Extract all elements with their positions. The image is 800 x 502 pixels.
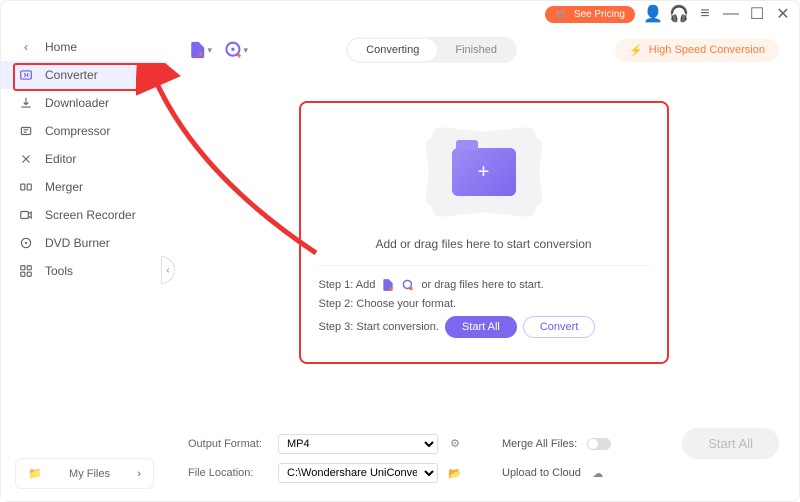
titlebar: 🛒 See Pricing 👤 🎧 ≡ — ☐ ✕ — [1, 1, 799, 27]
merge-toggle[interactable] — [587, 438, 611, 450]
drop-zone-illustration: + — [319, 117, 649, 227]
user-icon[interactable]: 👤 — [645, 6, 661, 22]
open-folder-icon[interactable]: 📂 — [448, 466, 462, 480]
sidebar-item-merger[interactable]: Merger — [1, 173, 168, 201]
upload-cloud-label: Upload to Cloud — [502, 467, 581, 479]
tab-converting[interactable]: Converting — [348, 39, 437, 61]
download-icon — [19, 96, 33, 110]
sidebar-label: Screen Recorder — [45, 208, 136, 222]
sidebar-item-compressor[interactable]: Compressor — [1, 117, 168, 145]
main-panel: ▾ ▾ Converting Finished ⚡ High Speed Con… — [168, 27, 799, 501]
folder-plus-icon: + — [452, 148, 516, 196]
add-disc-icon[interactable]: ▾ — [224, 38, 248, 62]
sidebar-item-home[interactable]: ‹ Home — [1, 33, 168, 61]
see-pricing-label: See Pricing — [574, 9, 625, 20]
sidebar-label: Downloader — [45, 96, 109, 110]
step1-prefix: Step 1: Add — [319, 279, 376, 291]
sidebar: ‹ Home Converter Downloader Compressor E… — [1, 27, 168, 501]
chevron-left-icon: ‹ — [19, 40, 33, 54]
compressor-icon — [19, 124, 33, 138]
sidebar-item-editor[interactable]: Editor — [1, 145, 168, 173]
sidebar-item-downloader[interactable]: Downloader — [1, 89, 168, 117]
step3-text: Step 3: Start conversion. — [319, 321, 439, 333]
step1-suffix: or drag files here to start. — [421, 279, 543, 291]
divider — [319, 265, 649, 266]
see-pricing-button[interactable]: 🛒 See Pricing — [545, 6, 635, 23]
sidebar-label: Tools — [45, 264, 73, 278]
merge-label: Merge All Files: — [502, 438, 577, 450]
sidebar-item-dvd-burner[interactable]: DVD Burner — [1, 229, 168, 257]
sidebar-label: DVD Burner — [45, 236, 110, 250]
editor-icon — [19, 152, 33, 166]
drop-zone-text: Add or drag files here to start conversi… — [319, 237, 649, 251]
toolbar: ▾ ▾ Converting Finished ⚡ High Speed Con… — [188, 37, 779, 63]
footer-bar: Output Format: MP4 ⚙ Merge All Files: St… — [188, 424, 779, 487]
hsc-label: High Speed Conversion — [649, 44, 765, 56]
step2-text: Step 2: Choose your format. — [319, 298, 457, 310]
add-file-mini-icon — [381, 278, 395, 292]
file-location-label: File Location: — [188, 467, 268, 479]
merger-icon — [19, 180, 33, 194]
close-icon[interactable]: ✕ — [775, 6, 791, 22]
sidebar-label: Compressor — [45, 124, 110, 138]
folder-icon: 📁 — [28, 467, 42, 480]
start-all-footer-button[interactable]: Start All — [682, 428, 779, 459]
output-format-select[interactable]: MP4 — [278, 434, 438, 454]
dvd-icon — [19, 236, 33, 250]
tools-icon — [19, 264, 33, 278]
maximize-icon[interactable]: ☐ — [749, 6, 765, 22]
chevron-right-icon: › — [137, 468, 141, 480]
my-files-button[interactable]: 📁 My Files › — [15, 458, 154, 489]
menu-icon[interactable]: ≡ — [697, 6, 713, 22]
tabs: Converting Finished — [346, 37, 517, 63]
output-format-label: Output Format: — [188, 438, 268, 450]
file-location-select[interactable]: C:\Wondershare UniConverter — [278, 463, 438, 483]
my-files-label: My Files — [69, 468, 110, 480]
cloud-icon[interactable]: ☁ — [591, 466, 605, 480]
recorder-icon — [19, 208, 33, 222]
sidebar-item-screen-recorder[interactable]: Screen Recorder — [1, 201, 168, 229]
settings-icon[interactable]: ⚙ — [448, 437, 462, 451]
converter-icon — [19, 68, 33, 82]
convert-button[interactable]: Convert — [523, 316, 596, 338]
sidebar-label: Merger — [45, 180, 83, 194]
add-file-icon[interactable]: ▾ — [188, 38, 212, 62]
sidebar-label: Home — [45, 40, 77, 54]
drop-zone[interactable]: + Add or drag files here to start conver… — [299, 101, 669, 364]
tab-finished[interactable]: Finished — [437, 39, 515, 61]
sidebar-item-tools[interactable]: Tools — [1, 257, 168, 285]
sidebar-item-converter[interactable]: Converter — [1, 61, 168, 89]
start-all-button[interactable]: Start All — [445, 316, 517, 338]
high-speed-conversion-button[interactable]: ⚡ High Speed Conversion — [615, 39, 779, 62]
bolt-icon: ⚡ — [629, 44, 643, 57]
steps: Step 1: Add or drag files here to start.… — [319, 278, 649, 338]
minimize-icon[interactable]: — — [723, 6, 739, 22]
support-icon[interactable]: 🎧 — [671, 6, 687, 22]
sidebar-label: Editor — [45, 152, 76, 166]
sidebar-label: Converter — [45, 68, 98, 82]
add-disc-mini-icon — [401, 278, 415, 292]
cart-icon: 🛒 — [555, 9, 567, 20]
